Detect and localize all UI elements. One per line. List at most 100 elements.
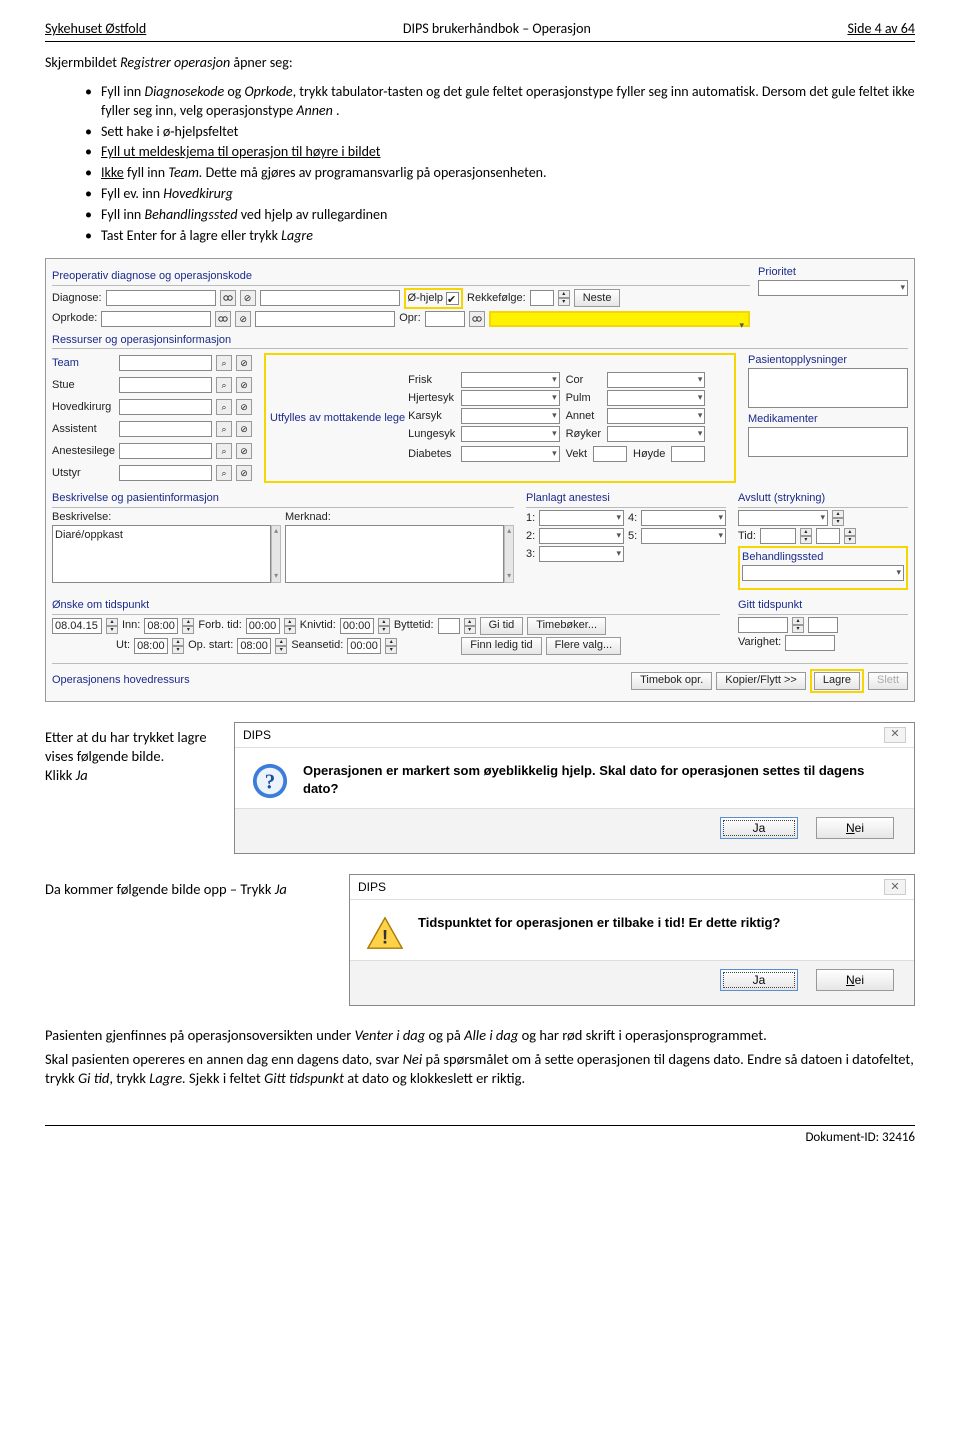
spinner-icon[interactable]: ▴▾: [275, 638, 287, 654]
oprkode-desc-input[interactable]: [255, 311, 395, 327]
flerevalg-button[interactable]: Flere valg...: [546, 637, 621, 655]
spinner-icon[interactable]: ▴▾: [106, 618, 118, 634]
spinner-icon[interactable]: ▴▾: [558, 290, 570, 306]
vekt-input[interactable]: [593, 446, 627, 462]
anestesi-3-select[interactable]: [539, 546, 624, 562]
knivtid-input[interactable]: 00:00: [340, 618, 374, 634]
finnledig-button[interactable]: Finn ledig tid: [461, 637, 541, 655]
stue-input[interactable]: [119, 377, 212, 393]
list-item: Fyll inn Behandlingssted ved hjelp av ru…: [85, 206, 915, 225]
pulm-select[interactable]: [607, 390, 705, 406]
opr-highlight-field[interactable]: [489, 311, 750, 327]
spinner-icon[interactable]: ▴▾: [800, 528, 812, 544]
hjertesyk-select[interactable]: [461, 390, 559, 406]
ut-input[interactable]: 08:00: [134, 638, 168, 654]
ja-button[interactable]: Ja: [720, 969, 798, 991]
scrollbar[interactable]: ▴▾: [504, 525, 514, 583]
behandlingssted-select[interactable]: [742, 565, 904, 581]
opr-input[interactable]: [425, 311, 465, 327]
cor-select[interactable]: [607, 372, 705, 388]
spinner-icon[interactable]: ▴▾: [385, 638, 397, 654]
seansetid-input[interactable]: 00:00: [347, 638, 381, 654]
clear-icon[interactable]: ⊘: [236, 443, 252, 459]
binoculars-icon[interactable]: [215, 311, 231, 327]
anestesilege-input[interactable]: [119, 443, 212, 459]
spinner-icon[interactable]: ▴▾: [182, 618, 194, 634]
clear-icon[interactable]: ⊘: [240, 290, 256, 306]
spinner-icon[interactable]: ▴▾: [378, 618, 390, 634]
nei-button[interactable]: Nei: [816, 817, 894, 839]
binoculars-icon[interactable]: ⌕: [216, 421, 232, 437]
binoculars-icon[interactable]: ⌕: [216, 465, 232, 481]
diabetes-select[interactable]: [461, 446, 559, 462]
spinner-icon[interactable]: ▴▾: [464, 618, 476, 634]
gitid-button[interactable]: Gi tid: [480, 617, 524, 635]
opstart-input[interactable]: 08:00: [237, 638, 271, 654]
binoculars-icon[interactable]: [469, 311, 485, 327]
tid-input[interactable]: [760, 528, 796, 544]
clear-icon[interactable]: ⊘: [236, 421, 252, 437]
neste-button[interactable]: Neste: [574, 289, 621, 307]
slett-button[interactable]: Slett: [868, 672, 908, 690]
clear-icon[interactable]: ⊘: [236, 355, 252, 371]
clear-icon[interactable]: ⊘: [236, 399, 252, 415]
team-input[interactable]: [119, 355, 212, 371]
gitt-dato-input[interactable]: [738, 617, 788, 633]
close-icon[interactable]: ✕: [884, 879, 906, 895]
varighet-input[interactable]: [785, 635, 835, 651]
ja-button[interactable]: Ja: [720, 817, 798, 839]
timeboker-button[interactable]: Timebøker...: [527, 617, 606, 635]
prioritet-select[interactable]: [758, 280, 908, 296]
spinner-icon[interactable]: ▴▾: [844, 528, 856, 544]
timebokopr-button[interactable]: Timebok opr.: [631, 672, 712, 690]
frisk-select[interactable]: [461, 372, 559, 388]
annet-select[interactable]: [607, 408, 705, 424]
ohjelp-checkbox[interactable]: ✔: [446, 292, 459, 305]
spinner-icon[interactable]: ▴▾: [172, 638, 184, 654]
spinner-icon[interactable]: ▴▾: [832, 510, 844, 526]
clear-icon[interactable]: ⊘: [236, 465, 252, 481]
merknad-textarea[interactable]: [285, 525, 504, 583]
binoculars-icon[interactable]: ⌕: [216, 355, 232, 371]
binoculars-icon[interactable]: ⌕: [216, 377, 232, 393]
diagnose-input[interactable]: [106, 290, 216, 306]
binoculars-icon[interactable]: ⌕: [216, 443, 232, 459]
karsyk-select[interactable]: [461, 408, 559, 424]
anestesi-1-select[interactable]: [539, 510, 624, 526]
kopier-button[interactable]: Kopier/Flytt >>: [716, 672, 806, 690]
spinner-icon[interactable]: ▴▾: [284, 618, 296, 634]
scrollbar[interactable]: ▴▾: [271, 525, 281, 583]
nei-button[interactable]: Nei: [816, 969, 894, 991]
header-left: Sykehuset Østfold: [45, 20, 146, 39]
lagre-button[interactable]: Lagre: [814, 672, 860, 690]
hovedkirurg-input[interactable]: [119, 399, 212, 415]
anestesi-5-select[interactable]: [641, 528, 726, 544]
diagnose-desc-input[interactable]: [260, 290, 400, 306]
binoculars-icon[interactable]: ⌕: [216, 399, 232, 415]
royker-select[interactable]: [607, 426, 705, 442]
utstyr-input[interactable]: [119, 465, 212, 481]
byttetid-input[interactable]: [438, 618, 460, 634]
clear-icon[interactable]: ⊘: [236, 377, 252, 393]
hovedressurs-link[interactable]: Operasjonens hovedressurs: [52, 673, 190, 688]
beskrivelse-textarea[interactable]: Diaré/oppkast: [52, 525, 271, 583]
anestesi-2-select[interactable]: [539, 528, 624, 544]
inn-input[interactable]: 08:00: [144, 618, 178, 634]
lungesyk-select[interactable]: [461, 426, 559, 442]
hoyde-input[interactable]: [671, 446, 705, 462]
gitt-tid-input[interactable]: [808, 617, 838, 633]
anestesi-4-select[interactable]: [641, 510, 726, 526]
rekkefolge-input[interactable]: [530, 290, 554, 306]
dato-input[interactable]: 08.04.15: [52, 618, 102, 634]
pasientoppl-textarea[interactable]: [748, 368, 908, 408]
close-icon[interactable]: ✕: [884, 727, 906, 743]
tid-input-2[interactable]: [816, 528, 840, 544]
assistent-input[interactable]: [119, 421, 212, 437]
oprkode-input[interactable]: [101, 311, 211, 327]
forbtid-input[interactable]: 00:00: [246, 618, 280, 634]
binoculars-icon[interactable]: [220, 290, 236, 306]
medikamenter-textarea[interactable]: [748, 427, 908, 457]
spinner-icon[interactable]: ▴▾: [792, 617, 804, 633]
clear-icon[interactable]: ⊘: [235, 311, 251, 327]
avslutt-select[interactable]: [738, 510, 828, 526]
